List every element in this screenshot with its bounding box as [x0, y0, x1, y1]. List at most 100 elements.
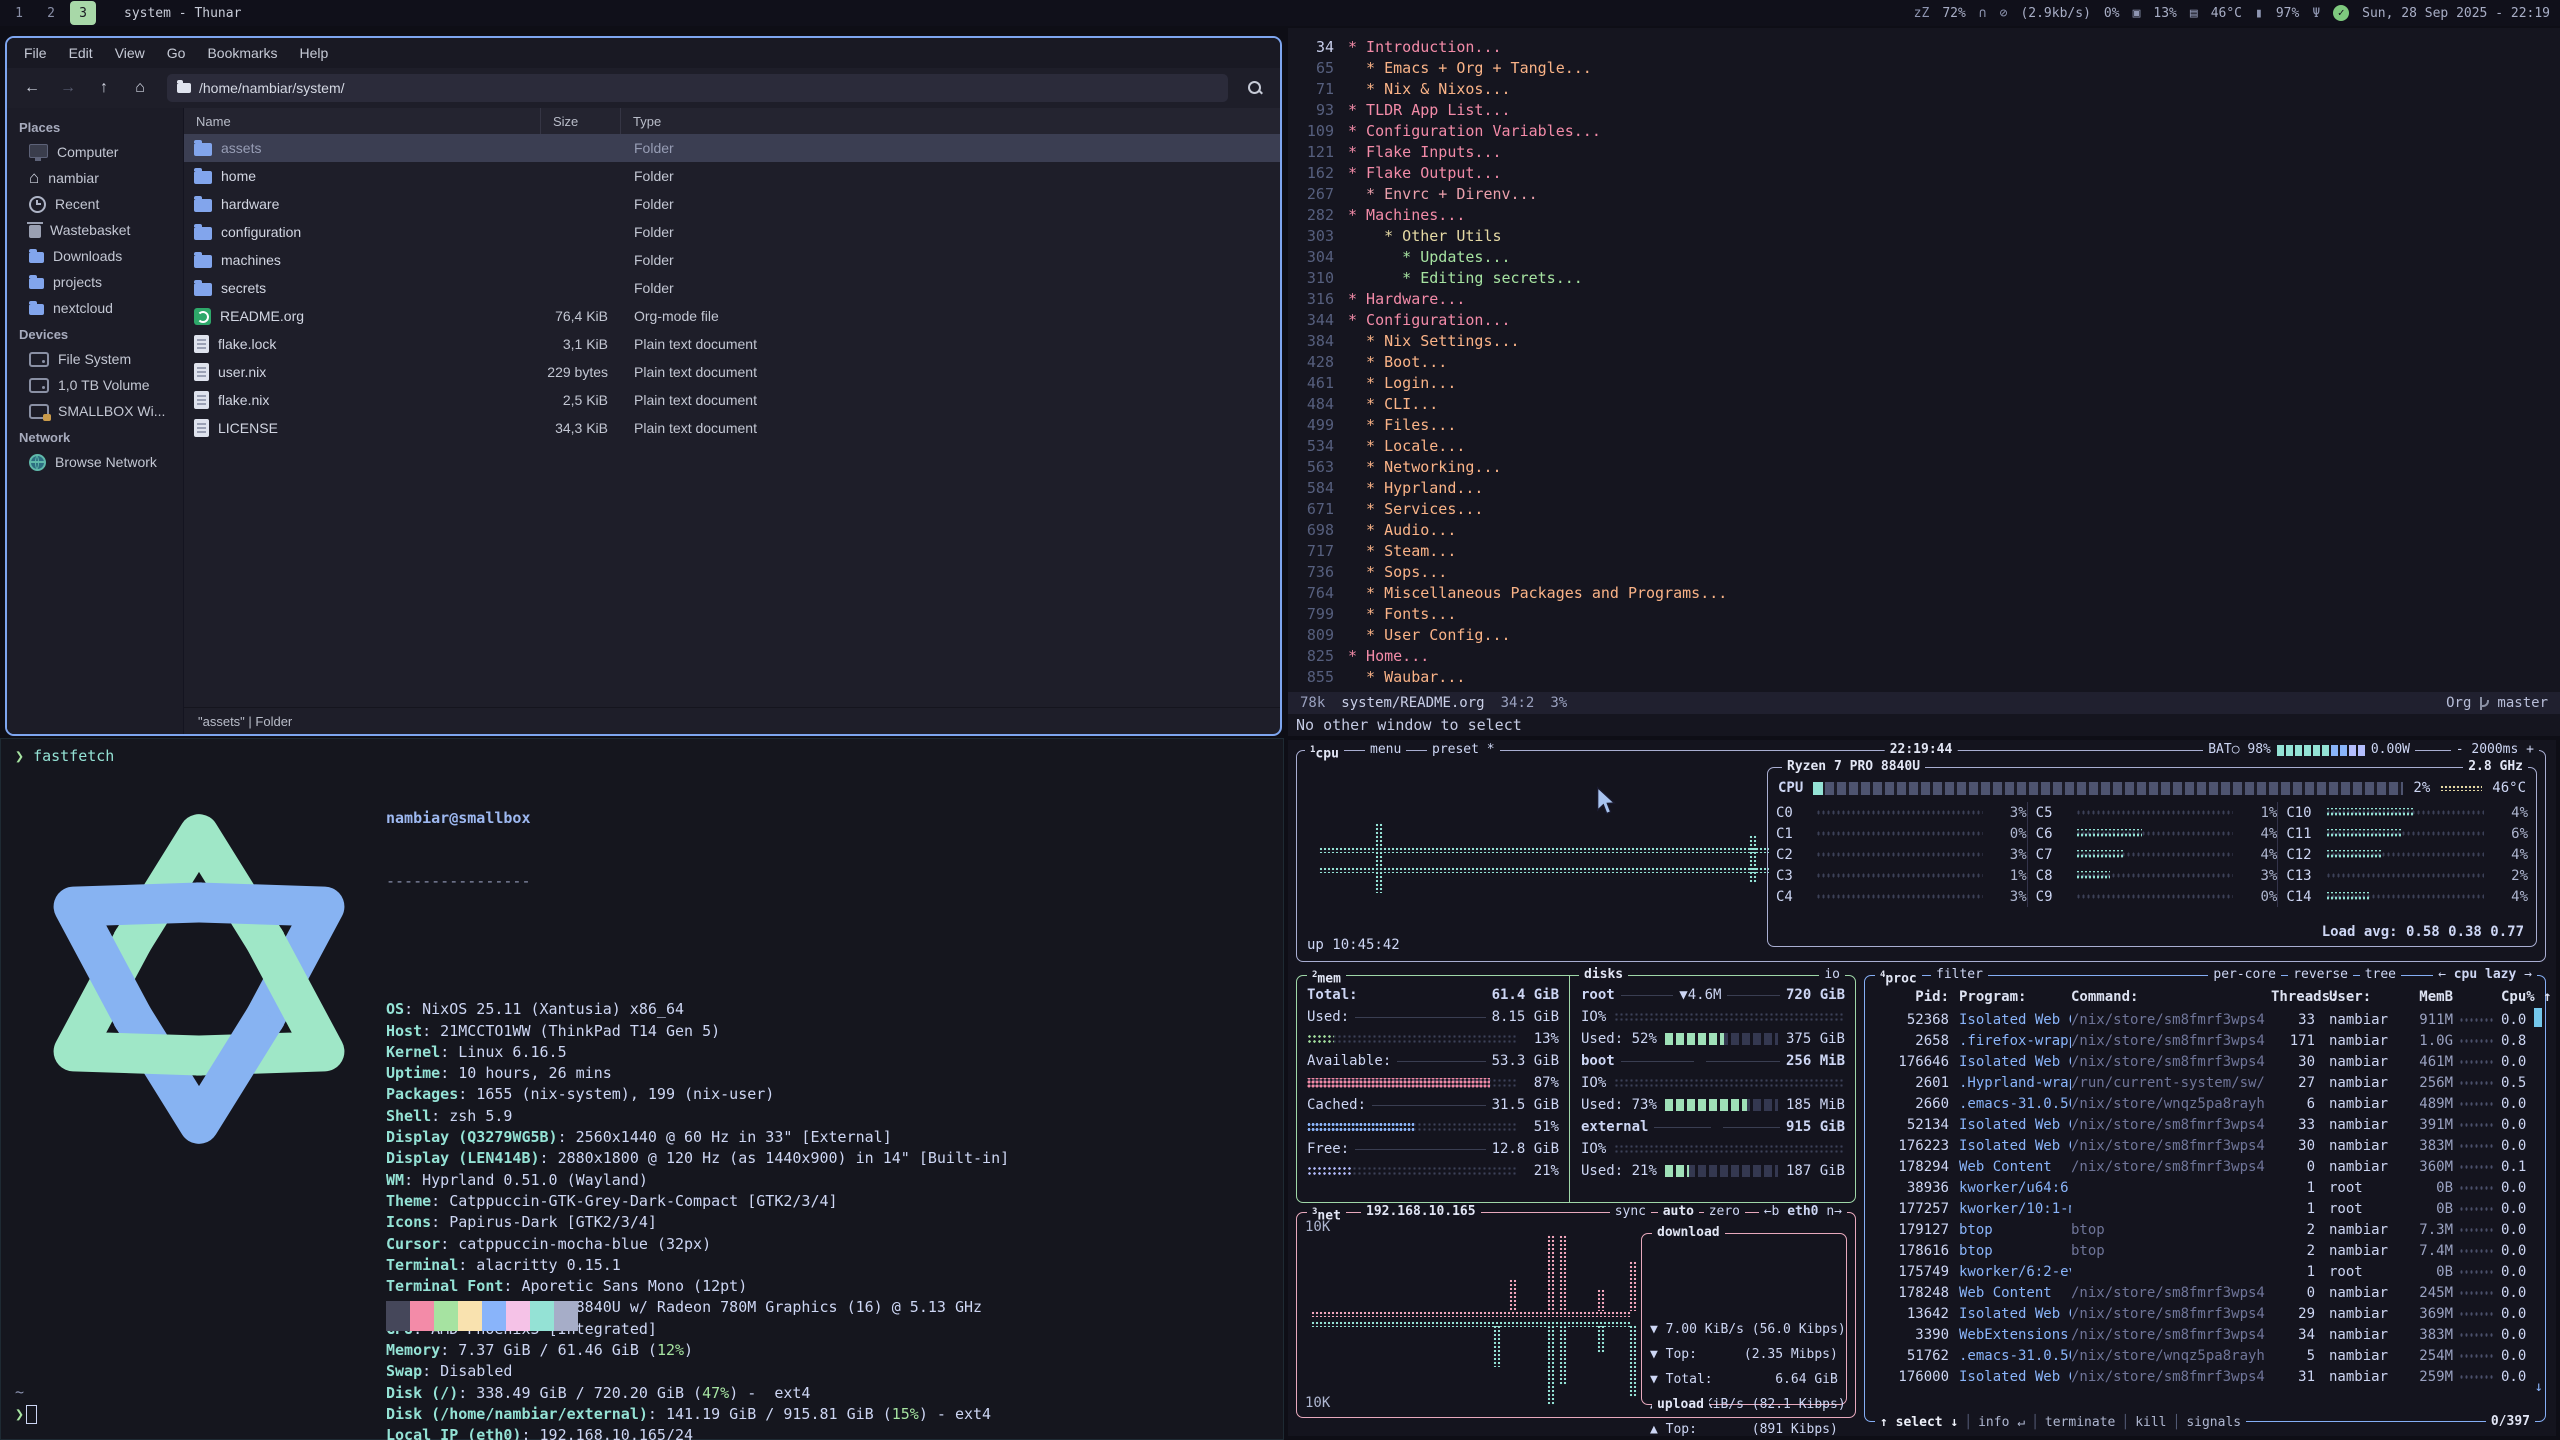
- org-heading[interactable]: * Introduction...: [1348, 38, 1502, 56]
- org-heading-line[interactable]: 825 * Home...: [1294, 645, 2556, 666]
- org-heading-line[interactable]: 310 * Editing secrets...: [1294, 267, 2556, 288]
- interval-dec[interactable]: -: [2456, 742, 2464, 757]
- org-heading-line[interactable]: 65 * Emacs + Org + Tangle...: [1294, 57, 2556, 78]
- org-heading-line[interactable]: 809 * User Config...: [1294, 624, 2556, 645]
- search-button[interactable]: [1240, 74, 1270, 102]
- sidebar-item[interactable]: nextcloud: [7, 295, 183, 321]
- org-heading[interactable]: * TLDR App List...: [1348, 101, 1511, 119]
- select-keys[interactable]: ↑ select ↓: [1880, 1415, 1958, 1430]
- proc-box-title[interactable]: 4proc: [1875, 967, 1922, 987]
- org-heading-line[interactable]: 584 * Hyprland...: [1294, 477, 2556, 498]
- org-heading-line[interactable]: 764 * Miscellaneous Packages and Program…: [1294, 582, 2556, 603]
- sort-by-pid[interactable]: Pid:: [1871, 989, 1959, 1005]
- workspace-button[interactable]: 2: [38, 1, 64, 25]
- org-heading[interactable]: * Networking...: [1348, 458, 1502, 476]
- org-heading-line[interactable]: 303 * Other Utils: [1294, 225, 2556, 246]
- org-heading[interactable]: * Waubar...: [1348, 668, 1465, 686]
- org-heading[interactable]: * Envrc + Direnv...: [1348, 185, 1538, 203]
- org-heading-line[interactable]: 282 * Machines...: [1294, 204, 2556, 225]
- org-heading-line[interactable]: 162 * Flake Output...: [1294, 162, 2556, 183]
- org-heading[interactable]: * Flake Output...: [1348, 164, 1502, 182]
- org-heading[interactable]: * Configuration Variables...: [1348, 122, 1601, 140]
- back-button[interactable]: ←: [17, 74, 47, 102]
- org-heading[interactable]: * Machines...: [1348, 206, 1465, 224]
- menu-item[interactable]: View: [106, 42, 154, 64]
- shell-prompt[interactable]: ❯: [15, 1405, 37, 1424]
- org-heading[interactable]: * Locale...: [1348, 437, 1465, 455]
- workspace-button[interactable]: 3: [70, 1, 96, 25]
- org-heading[interactable]: * Flake Inputs...: [1348, 143, 1502, 161]
- menu-item[interactable]: Help: [291, 42, 338, 64]
- org-heading[interactable]: * Miscellaneous Packages and Programs...: [1348, 584, 1727, 602]
- memory-usage[interactable]: 13%: [2153, 6, 2176, 21]
- tree-button[interactable]: tree: [2360, 967, 2401, 983]
- org-heading-line[interactable]: 34 * Introduction...: [1294, 36, 2556, 57]
- headset-icon[interactable]: ∩: [1979, 6, 1987, 21]
- file-row[interactable]: user.nix 229 bytes Plain text document: [184, 358, 1280, 386]
- git-branch[interactable]: master: [2497, 695, 2548, 711]
- org-heading-line[interactable]: 855 * Waubar...: [1294, 666, 2556, 687]
- menu-item[interactable]: Bookmarks: [198, 42, 286, 64]
- org-heading[interactable]: * Emacs + Org + Tangle...: [1348, 59, 1592, 77]
- sort-by-user[interactable]: User:: [2315, 989, 2391, 1005]
- sidebar-item[interactable]: Wastebasket: [7, 217, 183, 243]
- org-heading-line[interactable]: 534 * Locale...: [1294, 435, 2556, 456]
- process-row[interactable]: 13642Isolated Web Co /nix/store/sm8fmrf3…: [1871, 1303, 2539, 1324]
- proc-scrollbar[interactable]: [2534, 1008, 2542, 1027]
- clock-date[interactable]: Sun, 28 Sep 2025 - 22:19: [2362, 6, 2550, 21]
- cpu-usage[interactable]: 0%: [2104, 6, 2120, 21]
- org-heading[interactable]: * Updates...: [1348, 248, 1511, 266]
- terminate-key[interactable]: terminate: [2045, 1415, 2115, 1430]
- network-rate[interactable]: (2.9kb/s): [2020, 6, 2090, 21]
- io-mode-button[interactable]: io: [1819, 967, 1845, 983]
- sidebar-item[interactable]: projects: [7, 269, 183, 295]
- preset-button[interactable]: preset *: [1427, 742, 1500, 758]
- sort-by-program[interactable]: Program:: [1959, 989, 2071, 1005]
- interval-inc[interactable]: +: [2526, 742, 2534, 757]
- org-heading-line[interactable]: 428 * Boot...: [1294, 351, 2556, 372]
- buffer-name[interactable]: system/README.org: [1341, 695, 1484, 711]
- org-heading-line[interactable]: 799 * Fonts...: [1294, 603, 2556, 624]
- menu-button[interactable]: menu: [1365, 742, 1406, 758]
- net-iface-switcher[interactable]: ←b eth0 n→: [1759, 1204, 1847, 1220]
- sidebar-item[interactable]: Computer: [7, 139, 183, 165]
- org-heading[interactable]: * Boot...: [1348, 353, 1447, 371]
- org-heading-line[interactable]: 671 * Services...: [1294, 498, 2556, 519]
- process-row[interactable]: 178248Web Content /nix/store/sm8fmrf3wps…: [1871, 1282, 2539, 1303]
- sort-switcher[interactable]: ← cpu lazy →: [2433, 967, 2537, 983]
- volume-level[interactable]: 72%: [1942, 6, 1965, 21]
- org-heading-line[interactable]: 121 * Flake Inputs...: [1294, 141, 2556, 162]
- org-heading-line[interactable]: 736 * Sops...: [1294, 561, 2556, 582]
- process-row[interactable]: 2660.emacs-31.0.50- /nix/store/wnqz5pa8r…: [1871, 1093, 2539, 1114]
- process-row[interactable]: 176223Isolated Web Co /nix/store/sm8fmrf…: [1871, 1135, 2539, 1156]
- idle-inhibit-icon[interactable]: zZ: [1914, 6, 1930, 21]
- org-heading-line[interactable]: 461 * Login...: [1294, 372, 2556, 393]
- org-heading[interactable]: * Audio...: [1348, 521, 1456, 539]
- process-row[interactable]: 52368Isolated Web Co /nix/store/sm8fmrf3…: [1871, 1009, 2539, 1030]
- org-outline[interactable]: 34 * Introduction... 65 * Emacs + Org + …: [1294, 36, 2556, 687]
- org-heading-line[interactable]: 71 * Nix & Nixos...: [1294, 78, 2556, 99]
- file-row[interactable]: hardware Folder: [184, 190, 1280, 218]
- cpu-box-title[interactable]: 1cpu: [1305, 742, 1344, 762]
- file-row[interactable]: README.org 76,4 KiB Org-mode file: [184, 302, 1280, 330]
- net-zero-button[interactable]: zero: [1704, 1204, 1745, 1220]
- process-row[interactable]: 177257kworker/10:1-mm_ 1 root0B 0.0: [1871, 1198, 2539, 1219]
- org-heading-line[interactable]: 109 * Configuration Variables...: [1294, 120, 2556, 141]
- org-heading[interactable]: * Editing secrets...: [1348, 269, 1583, 287]
- forward-button[interactable]: →: [53, 74, 83, 102]
- net-auto-button[interactable]: auto: [1658, 1204, 1699, 1220]
- disks-title[interactable]: disks: [1579, 967, 1628, 983]
- filter-button[interactable]: filter: [1931, 967, 1988, 983]
- column-size[interactable]: Size: [540, 108, 620, 134]
- sidebar-item[interactable]: 1,0 TB Volume: [7, 372, 183, 398]
- org-heading[interactable]: * Home...: [1348, 647, 1429, 665]
- org-heading-line[interactable]: 717 * Steam...: [1294, 540, 2556, 561]
- workspace-button[interactable]: 1: [6, 1, 32, 25]
- home-button[interactable]: ⌂: [125, 74, 155, 102]
- file-row[interactable]: flake.lock 3,1 KiB Plain text document: [184, 330, 1280, 358]
- org-heading[interactable]: * Files...: [1348, 416, 1456, 434]
- org-heading-line[interactable]: 316 * Hardware...: [1294, 288, 2556, 309]
- org-heading[interactable]: * User Config...: [1348, 626, 1511, 644]
- menu-item[interactable]: Go: [158, 42, 195, 64]
- kill-key[interactable]: kill: [2135, 1415, 2166, 1430]
